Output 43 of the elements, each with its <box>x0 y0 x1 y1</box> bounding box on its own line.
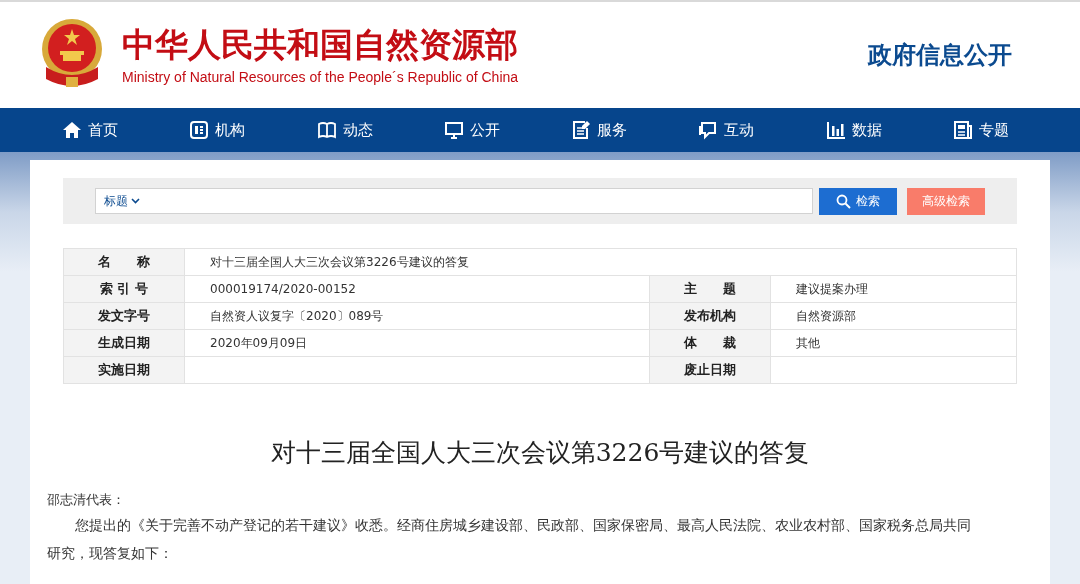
bar-chart-icon <box>825 120 846 140</box>
chat-icon <box>698 120 719 140</box>
field-label: 废止日期 <box>649 356 771 384</box>
nav-item[interactable]: 服务 <box>571 120 699 140</box>
nav-item[interactable]: 首页 <box>62 120 190 140</box>
nav-item[interactable]: 公开 <box>443 120 571 140</box>
nav-item[interactable]: 专题 <box>952 120 1080 140</box>
section-title: 政府信息公开 <box>868 40 1012 71</box>
field-value: 建议提案办理 <box>770 275 1017 303</box>
chevron-down-icon <box>131 198 140 204</box>
monitor-icon <box>443 120 464 140</box>
site-title: 中华人民共和国自然资源部 <box>122 25 519 65</box>
document-icon <box>571 120 591 140</box>
field-value: 自然资人议复字〔2020〕089号 <box>184 302 650 330</box>
nav-item[interactable]: 互动 <box>698 120 826 140</box>
field-label: 发文字号 <box>63 302 185 330</box>
field-label: 发布机构 <box>649 302 771 330</box>
field-value: 其他 <box>770 329 1017 357</box>
salutation: 邵志清代表： <box>47 491 126 509</box>
home-icon <box>62 120 82 140</box>
search-field[interactable]: 标题 <box>95 188 813 214</box>
search-button[interactable]: 检索 <box>819 187 897 215</box>
body-paragraph: 您提出的《关于完善不动产登记的若干建议》收悉。经商住房城乡建设部、民政部、国家保密局、最高人民法院、农业农村部、国家税务总局共同研究，现答复如下： <box>47 516 972 563</box>
book-icon <box>316 120 337 140</box>
field-label: 主 题 <box>649 275 771 303</box>
field-value: 自然资源部 <box>770 302 1017 330</box>
field-label: 生成日期 <box>63 329 185 357</box>
nav-item[interactable]: 数据 <box>825 120 953 140</box>
panel-icon <box>189 120 210 140</box>
field-label: 名 称 <box>63 248 185 276</box>
scope-dropdown[interactable]: 标题 <box>104 192 140 210</box>
field-value: 000019174/2020-00152 <box>184 275 650 303</box>
nav-item[interactable]: 动态 <box>316 120 444 140</box>
field-label: 体 裁 <box>649 329 771 357</box>
article-title: 对十三届全国人大三次会议第3226号建议的答复 <box>269 437 811 469</box>
search-icon <box>836 193 851 209</box>
field-value: 对十三届全国人大三次会议第3226号建议的答复 <box>184 248 1017 276</box>
nav-item[interactable]: 机构 <box>189 120 317 140</box>
newspaper-icon <box>952 120 973 140</box>
field-label: 索 引 号 <box>63 275 185 303</box>
field-value: 2020年09月09日 <box>184 329 650 357</box>
site-subtitle: Ministry of Natural Resources of the People´s Republic of China <box>122 69 519 85</box>
field-label: 实施日期 <box>63 356 185 384</box>
